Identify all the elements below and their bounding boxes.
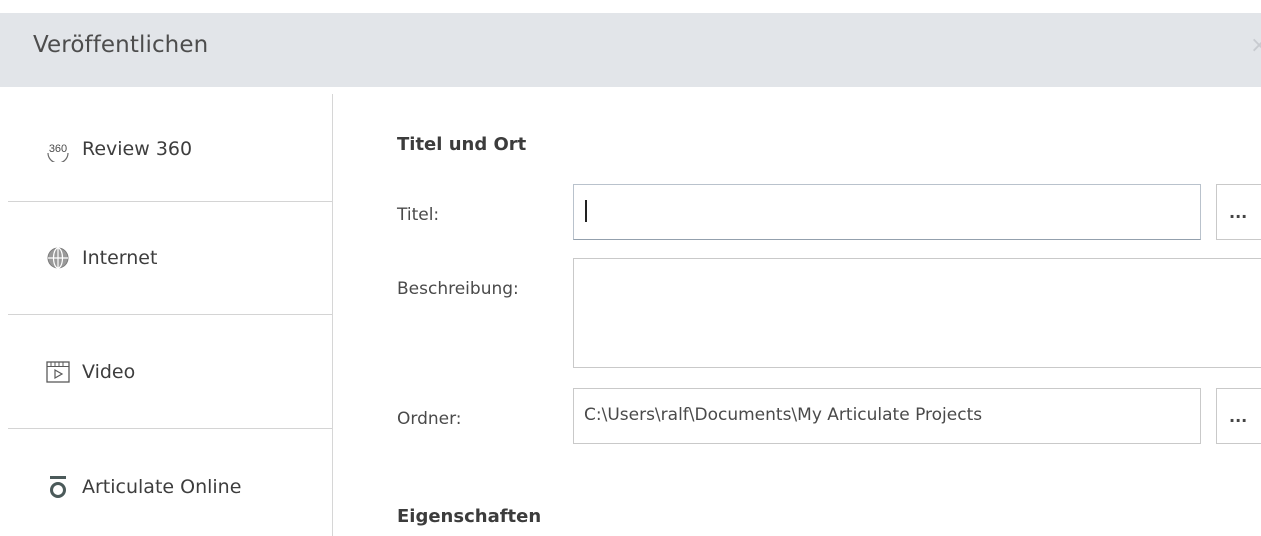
publish-dialog: Veröffentlichen × 360 Review 360 Interne… bbox=[0, 0, 1261, 536]
section-title-properties: Eigenschaften bbox=[397, 506, 542, 527]
close-icon[interactable]: × bbox=[1250, 33, 1261, 58]
title-label: Titel: bbox=[397, 205, 440, 225]
section-title-title-location: Titel und Ort bbox=[397, 134, 527, 155]
sidebar-item-label: Articulate Online bbox=[82, 476, 242, 498]
globe-icon bbox=[45, 245, 71, 271]
sidebar-item-video[interactable]: Video bbox=[8, 357, 332, 387]
description-input[interactable] bbox=[573, 258, 1261, 368]
sidebar-item-review-360[interactable]: 360 Review 360 bbox=[8, 134, 332, 164]
sidebar-item-label: Review 360 bbox=[82, 138, 193, 160]
folder-browse-button[interactable]: ... bbox=[1216, 388, 1261, 444]
articulate-online-icon bbox=[45, 474, 71, 500]
description-label: Beschreibung: bbox=[397, 279, 519, 299]
svg-text:360: 360 bbox=[49, 143, 67, 155]
divider bbox=[8, 428, 332, 429]
title-browse-button[interactable]: ... bbox=[1216, 184, 1261, 240]
dialog-title: Veröffentlichen bbox=[33, 32, 209, 58]
title-input[interactable] bbox=[573, 184, 1201, 240]
title-bar: Veröffentlichen × bbox=[0, 13, 1261, 87]
review-360-icon: 360 bbox=[45, 136, 71, 162]
divider bbox=[8, 201, 332, 202]
video-icon bbox=[45, 359, 71, 385]
text-caret bbox=[585, 200, 587, 222]
divider bbox=[8, 314, 332, 315]
folder-input-value: C:\Users\ralf\Documents\My Articulate Pr… bbox=[584, 405, 983, 425]
folder-label: Ordner: bbox=[397, 409, 462, 429]
folder-input[interactable]: C:\Users\ralf\Documents\My Articulate Pr… bbox=[573, 388, 1201, 444]
sidebar-item-label: Video bbox=[82, 361, 136, 383]
sidebar-item-articulate-online[interactable]: Articulate Online bbox=[8, 472, 332, 502]
sidebar-item-internet[interactable]: Internet bbox=[8, 243, 332, 273]
sidebar-item-label: Internet bbox=[82, 247, 158, 269]
